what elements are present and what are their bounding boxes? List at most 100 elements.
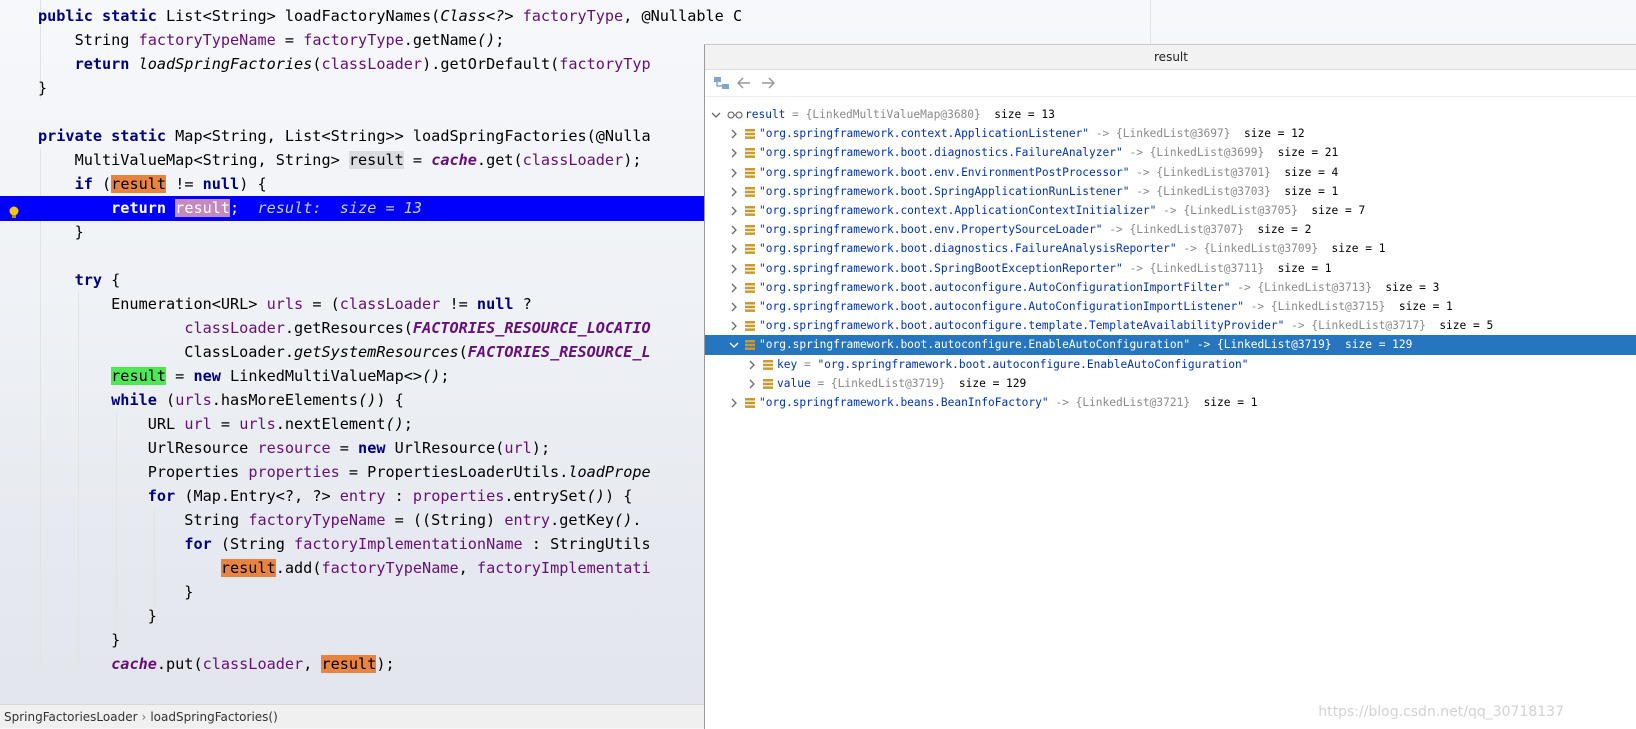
code-line[interactable]: for (String factoryImplementationName : … — [0, 532, 743, 557]
tree-row-text: key = "org.springframework.boot.autoconf… — [777, 355, 1249, 375]
chevron-right-icon[interactable] — [747, 374, 757, 394]
tree-eq: -> — [1102, 223, 1130, 237]
code-line[interactable]: } — [0, 604, 743, 629]
code-line[interactable]: private static Map<String, List<String>>… — [0, 124, 743, 149]
code-token: ); — [623, 151, 642, 169]
code-line[interactable]: URL url = urls.nextElement(); — [0, 412, 743, 437]
field-entry-icon — [745, 206, 755, 216]
code-token: , — [458, 559, 477, 577]
lightbulb-icon[interactable] — [8, 206, 20, 220]
tree-row[interactable]: "org.springframework.beans.BeanInfoFacto… — [705, 393, 1636, 413]
tree-ref: {LinkedList@3717} — [1311, 319, 1426, 333]
current-execution-line[interactable]: return result; result: size = 13 — [0, 196, 743, 221]
chevron-right-icon[interactable] — [729, 239, 739, 259]
code-token: = — [211, 415, 240, 433]
chevron-right-icon[interactable] — [747, 355, 757, 375]
code-line[interactable]: public static List<String> loadFactoryNa… — [0, 4, 743, 29]
code-line[interactable]: cache.put(classLoader, result); — [0, 652, 743, 677]
evaluate-popup[interactable]: result result = {LinkedMultiValueMap@368… — [704, 44, 1636, 729]
code-token: = ((String) — [385, 511, 505, 529]
code-line[interactable]: if (result != null) { — [0, 172, 743, 197]
code-token: FACTORIES_RESOURCE_L — [467, 343, 651, 361]
tree-row[interactable]: result = {LinkedMultiValueMap@3680} size… — [705, 105, 1636, 125]
chevron-down-icon[interactable] — [729, 335, 739, 355]
forward-arrow-icon[interactable] — [759, 75, 777, 91]
back-arrow-icon[interactable] — [735, 75, 753, 91]
chevron-right-icon[interactable] — [729, 316, 739, 336]
field-entry-icon — [745, 263, 755, 274]
field-entry-icon — [745, 302, 755, 312]
chevron-right-icon[interactable] — [729, 201, 739, 221]
tree-ref: {LinkedList@3701} — [1156, 165, 1271, 179]
code-token: } — [38, 631, 121, 649]
tree-view-icon[interactable] — [713, 75, 731, 91]
tree-row[interactable]: "org.springframework.boot.autoconfigure.… — [705, 316, 1636, 336]
code-line[interactable]: String factoryTypeName = factoryType.get… — [0, 28, 743, 53]
tree-row[interactable]: "org.springframework.context.Application… — [705, 124, 1636, 144]
tree-key: key — [777, 357, 798, 371]
tree-row[interactable]: "org.springframework.boot.diagnostics.Fa… — [705, 239, 1636, 259]
chevron-right-icon[interactable] — [729, 259, 739, 279]
tree-row[interactable]: "org.springframework.boot.env.Environmen… — [705, 163, 1636, 183]
chevron-right-icon[interactable] — [729, 278, 739, 298]
tree-row-selected[interactable]: "org.springframework.boot.autoconfigure.… — [705, 335, 1636, 356]
tree-key: "org.springframework.boot.SpringApplicat… — [759, 184, 1130, 198]
code-line[interactable]: Enumeration<URL> urls = (classLoader != … — [0, 292, 743, 317]
code-token: cache — [111, 655, 157, 673]
code-line[interactable]: } — [0, 220, 743, 245]
chevron-right-icon[interactable] — [729, 297, 739, 317]
tree-size: size = 1 — [1385, 300, 1453, 313]
chevron-right-icon[interactable] — [729, 182, 739, 202]
code-token: factoryTyp — [559, 55, 651, 73]
chevron-right-icon[interactable] — [729, 220, 739, 240]
code-token: FACTORIES_RESOURCE_LOCATIO — [412, 319, 651, 337]
code-token: () — [586, 487, 605, 505]
code-token: if — [74, 175, 103, 193]
code-line[interactable]: result.add(factoryTypeName, factoryImple… — [0, 556, 743, 581]
code-line[interactable]: ClassLoader.getSystemResources(FACTORIES… — [0, 340, 743, 365]
code-token: = PropertiesLoaderUtils. — [339, 463, 569, 481]
chevron-down-icon[interactable] — [711, 105, 721, 125]
tree-row[interactable]: "org.springframework.boot.autoconfigure.… — [705, 278, 1636, 298]
code-line[interactable]: MultiValueMap<String, String> result = c… — [0, 148, 743, 173]
code-token: return — [74, 55, 139, 73]
chevron-right-icon[interactable] — [729, 143, 739, 163]
tree-row[interactable]: "org.springframework.boot.env.PropertySo… — [705, 220, 1636, 240]
tree-ref: {LinkedList@3721} — [1075, 396, 1191, 409]
code-token: result — [220, 559, 276, 577]
code-line[interactable]: String factoryTypeName = ((String) entry… — [0, 508, 743, 533]
tree-row[interactable]: "org.springframework.boot.SpringBootExce… — [705, 259, 1636, 279]
tree-eq: -> — [1230, 280, 1258, 294]
breadcrumb-method[interactable]: loadSpringFactories() — [150, 710, 277, 724]
tree-key: "org.springframework.context.Application… — [759, 127, 1090, 141]
tree-row[interactable]: "org.springframework.boot.autoconfigure.… — [705, 297, 1636, 317]
tree-row[interactable]: "org.springframework.boot.SpringApplicat… — [705, 182, 1636, 202]
code-line[interactable]: } — [0, 76, 743, 101]
code-line[interactable]: } — [0, 628, 743, 653]
chevron-right-icon[interactable] — [729, 393, 739, 413]
breadcrumb-class[interactable]: SpringFactoriesLoader — [4, 710, 138, 724]
code-line[interactable]: UrlResource resource = new UrlResource(u… — [0, 436, 743, 461]
tree-ref: {LinkedList@3713} — [1257, 280, 1372, 294]
tree-size: size = 12 — [1230, 127, 1305, 141]
code-line[interactable]: result = new LinkedMultiValueMap<>(); — [0, 364, 743, 389]
code-line[interactable]: classLoader.getResources(FACTORIES_RESOU… — [0, 316, 743, 341]
code-line[interactable]: for (Map.Entry<?, ?> entry : properties.… — [0, 484, 743, 509]
tree-ref: {LinkedList@3719} — [830, 376, 946, 390]
code-line[interactable]: while (urls.hasMoreElements()) { — [0, 388, 743, 413]
chevron-right-icon[interactable] — [729, 163, 739, 183]
chevron-right-icon[interactable] — [729, 124, 739, 144]
tree-size: size = 1 — [1270, 184, 1339, 198]
tree-row[interactable]: key = "org.springframework.boot.autoconf… — [705, 355, 1636, 375]
tree-row[interactable]: "org.springframework.boot.diagnostics.Fa… — [705, 143, 1636, 163]
tree-row[interactable]: "org.springframework.context.Application… — [705, 201, 1636, 221]
code-line[interactable]: } — [0, 580, 743, 605]
tree-eq: = — [797, 357, 818, 371]
code-line[interactable]: return loadSpringFactories(classLoader).… — [0, 52, 743, 77]
code-token: { — [111, 271, 121, 289]
code-line[interactable]: Properties properties = PropertiesLoader… — [0, 460, 743, 485]
code-line[interactable]: try { — [0, 268, 743, 293]
code-token: () — [358, 391, 377, 409]
tree-row[interactable]: value = {LinkedList@3719} size = 129 — [705, 374, 1636, 394]
